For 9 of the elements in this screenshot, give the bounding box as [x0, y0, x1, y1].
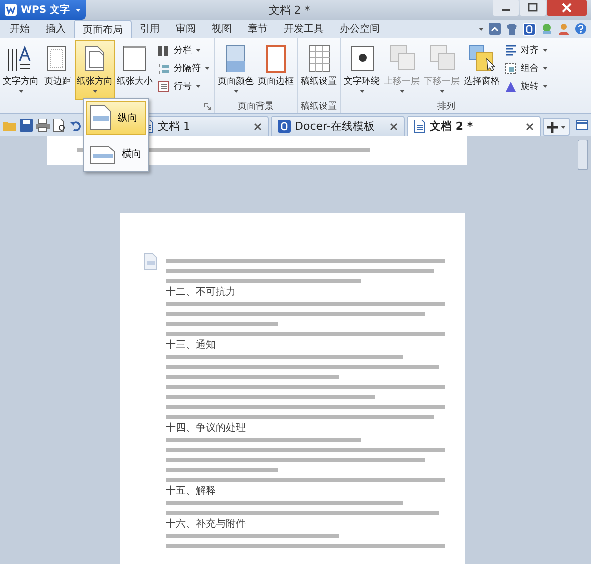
- group-label: 排列: [438, 100, 456, 113]
- group-label: 稿纸设置: [301, 100, 337, 113]
- group-label: 页面背景: [238, 100, 274, 113]
- section-heading: 十六、补充与附件: [166, 519, 247, 530]
- section-heading: 十二、不可抗力: [166, 287, 237, 298]
- window-title: 文档 2 *: [268, 2, 312, 18]
- section-heading: 十四、争议的处理: [166, 423, 247, 434]
- section-heading: 十五、解释: [166, 486, 217, 498]
- section-heading: 十三、通知: [166, 340, 217, 352]
